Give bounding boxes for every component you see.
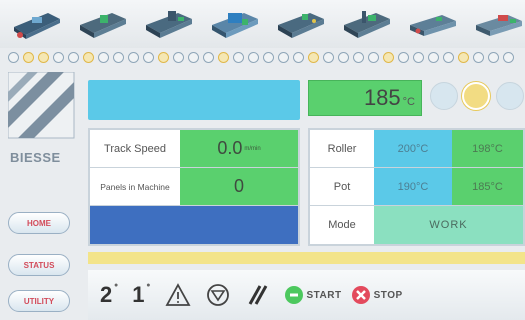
status-dot [323,51,334,63]
status-dot [368,51,379,63]
message-panel [88,80,300,120]
temperature-unit: °C [402,96,415,108]
track-speed-label: Track Speed [90,130,180,167]
status-dot [53,51,64,63]
status-dot [233,51,244,63]
track-speed-unit: m/min [244,145,261,152]
roller-actual-value: 198°C [452,130,523,167]
track-speed-value-cell: 0.0 m/min [180,130,298,167]
temperature-value: 185 [363,85,401,110]
panels-label: Panels in Machine [90,168,180,205]
start-label: START [306,289,342,301]
pot-label: Pot [333,180,351,193]
stop-icon [351,286,370,304]
status-dot [68,51,79,63]
machine-modules-bar [0,0,525,48]
glue-lines-icon[interactable] [245,282,271,308]
start-icon [284,286,303,304]
roller-row: Roller 200°C 198°C [310,130,523,168]
roller-label: Roller [327,142,357,155]
panels-row: Panels in Machine 0 [90,168,298,206]
machine-module-7-icon[interactable] [406,5,458,43]
button-1[interactable]: 1 ● [132,282,150,308]
track-panel: Track Speed 0.0 m/min Panels in Machine … [88,128,300,246]
track-speed-row: Track Speed 0.0 m/min [90,130,298,168]
status-dot [353,51,364,63]
panels-value: 0 [180,168,298,205]
temperature-display: 185 °C [308,80,422,116]
status-dot [443,51,454,63]
status-dot [458,51,469,63]
status-dot [83,51,94,63]
status-dot [8,51,19,63]
bottom-toolbar: 2 ● 1 ● START STOP [88,270,525,320]
utility-button[interactable]: UTILITY [8,290,70,312]
status-dot [113,51,124,63]
alarm-message-bar [88,252,525,264]
status-dot [428,51,439,63]
status-dot [383,51,394,63]
button-1-label: 1 [132,282,145,307]
pot-actual-value: 185°C [452,168,523,205]
status-dot [158,51,169,63]
module-status-indicators [0,50,525,64]
machine-module-1-icon[interactable] [10,5,62,43]
status-dot [473,51,484,63]
warning-icon[interactable] [164,282,191,308]
status-dot [128,51,139,63]
home-button[interactable]: HOME [8,212,70,234]
status-dot [188,51,199,63]
status-dot [488,51,499,63]
status-dot [248,51,259,63]
temperature-panel: Roller 200°C 198°C Pot 190°C 185°C Mode … [308,128,525,246]
machine-module-5-icon[interactable] [274,5,326,43]
stop-label: STOP [373,289,403,301]
button-2[interactable]: 2 ● [100,282,118,308]
pot-set-value[interactable]: 190°C [374,168,452,205]
status-dot [293,51,304,63]
logo-text: BIESSE [10,150,61,165]
track-speed-value: 0.0 [217,138,243,158]
indicator-button-1[interactable] [430,82,458,110]
status-dot [203,51,214,63]
button-2-label: 2 [100,282,113,307]
indicator-button-3[interactable] [496,82,524,110]
status-dot [398,51,409,63]
status-dot [23,51,34,63]
mode-value[interactable]: WORK [374,206,523,244]
blue-status-panel [90,206,298,244]
status-dot [218,51,229,63]
indicator-button-2[interactable] [462,82,490,110]
pot-row: Pot 190°C 185°C [310,168,523,206]
status-dot [338,51,349,63]
mode-label: Mode [328,219,356,231]
machine-module-2-icon[interactable] [76,5,128,43]
status-dot [38,51,49,63]
machine-module-3-icon[interactable] [142,5,194,43]
status-button[interactable]: STATUS [8,254,70,276]
status-dot [413,51,424,63]
machine-module-8-icon[interactable] [472,5,524,43]
status-dot [503,51,514,63]
machine-module-4-icon[interactable] [208,5,260,43]
stop-button[interactable]: STOP [351,286,403,304]
status-dot [143,51,154,63]
mode-row: Mode WORK [310,206,523,244]
status-dot [173,51,184,63]
status-dot [98,51,109,63]
start-button[interactable]: START [284,286,342,304]
status-dot [263,51,274,63]
status-dot [308,51,319,63]
machine-module-6-icon[interactable] [340,5,392,43]
status-dot [278,51,289,63]
filter-icon[interactable] [205,282,231,308]
roller-set-value[interactable]: 200°C [374,130,452,167]
